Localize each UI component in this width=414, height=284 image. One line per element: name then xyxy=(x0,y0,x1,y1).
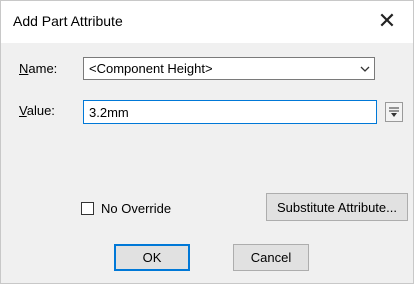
close-icon[interactable]: ✕ xyxy=(375,9,399,33)
title-bar: Add Part Attribute ✕ xyxy=(1,1,413,43)
ok-button[interactable]: OK xyxy=(114,244,190,271)
cancel-button[interactable]: Cancel xyxy=(233,244,309,271)
no-override-label[interactable]: No Override xyxy=(101,201,171,216)
value-label: Value: xyxy=(19,103,55,118)
value-field[interactable]: 3.2mm xyxy=(83,100,377,124)
add-part-attribute-dialog: Add Part Attribute ✕ Name: <Component He… xyxy=(0,0,414,284)
name-dropdown[interactable]: <Component Height> xyxy=(83,57,375,80)
chevron-down-icon[interactable] xyxy=(354,58,374,79)
name-label: Name: xyxy=(19,61,58,76)
no-override-checkbox[interactable] xyxy=(81,202,94,215)
name-dropdown-value: <Component Height> xyxy=(89,61,213,76)
value-field-text: 3.2mm xyxy=(89,105,129,120)
dialog-title: Add Part Attribute xyxy=(13,13,123,29)
substitute-attribute-button[interactable]: Substitute Attribute... xyxy=(266,193,408,221)
value-picker-icon[interactable] xyxy=(385,102,403,122)
